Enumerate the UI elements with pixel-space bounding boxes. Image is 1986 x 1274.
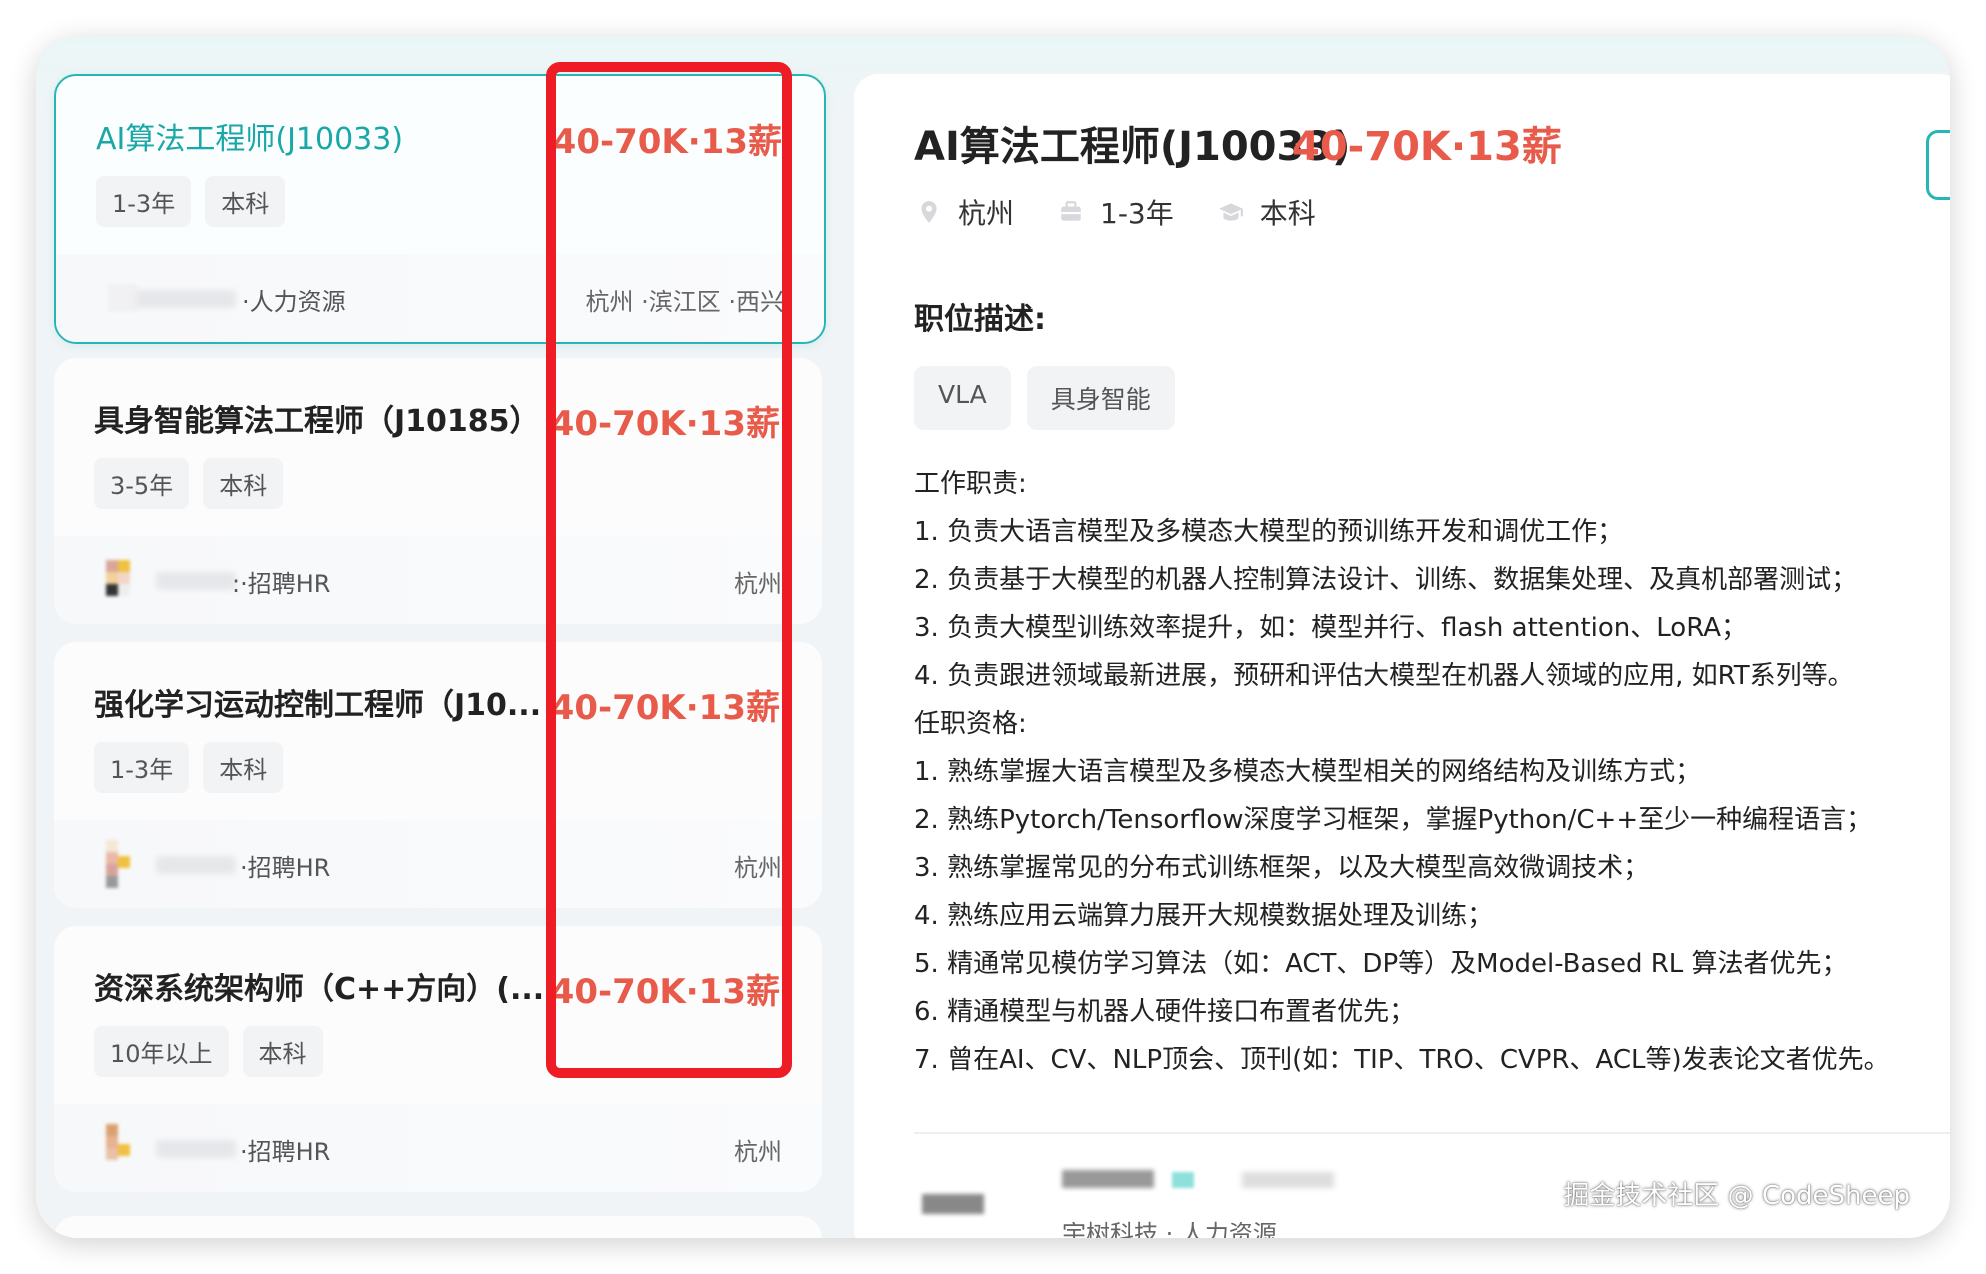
meta-education-text: 本科 <box>1259 197 1316 230</box>
job-title: 具身智能算法工程师（J10185） <box>94 404 540 439</box>
recruiter-name-blurred <box>156 1140 236 1158</box>
description-line: 4. 熟练应用云端算力展开大规模数据处理及训练； <box>914 901 1494 931</box>
job-tags: 1-3年 本科 <box>96 176 286 227</box>
tag-experience: 1-3年 <box>96 176 192 227</box>
briefcase-icon <box>1061 201 1081 221</box>
tag-experience: 1-3年 <box>94 742 190 793</box>
detail-tags: VLA 具身智能 <box>914 366 1175 430</box>
recruiter-role: ·招聘HR <box>240 1138 331 1166</box>
recruiter-avatar <box>106 1124 152 1172</box>
company-recruiter: 宇树科技 · 人力资源 <box>1062 1220 1277 1238</box>
description-line: 1. 熟练掌握大语言模型及多模态大模型相关的网络结构及训练方式； <box>914 757 1702 787</box>
description-line: 2. 熟练Pytorch/Tensorflow深度学习框架，掌握Python/C… <box>914 805 1873 835</box>
app-window: AI算法工程师(J10033) 40-70K·13薪 1-3年 本科 ·人力资源… <box>36 36 1950 1238</box>
description-line: 1. 负责大语言模型及多模态大模型的预训练开发和调优工作； <box>914 517 1624 547</box>
recruiter-info-blurred <box>1242 1172 1334 1188</box>
description-line: 工作职责: <box>914 469 1027 499</box>
job-card-footer: ·招聘HR 杭州 <box>54 1104 822 1192</box>
company-avatar-blurred <box>922 1194 984 1214</box>
recruiter-name-blurred <box>1062 1170 1154 1188</box>
detail-meta: 杭州 1-3年 本科 <box>916 192 1360 232</box>
job-tags: 3-5年 本科 <box>94 458 284 509</box>
description-line: 任职资格: <box>914 709 1027 739</box>
skill-tag: VLA <box>914 366 1011 430</box>
recruiter-role: ·招聘HR <box>240 854 331 882</box>
favorite-button[interactable] <box>1926 130 1950 200</box>
job-detail-panel: AI算法工程师(J10033) 40-70K·13薪 杭州 1-3年 本科 职位… <box>854 74 1950 1238</box>
description-line: 7. 曾在AI、CV、NLP顶会、顶刊(如：TIP、TRO、CVPR、ACL等)… <box>914 1045 1890 1075</box>
salary-highlight-box <box>546 62 792 1078</box>
meta-city: 杭州 <box>916 192 1014 232</box>
description-line: 4. 负责跟进领域最新进展，预研和评估大模型在机器人领域的应用, 如RT系列等。 <box>914 661 1854 691</box>
description-line: 2. 负责基于大模型的机器人控制算法设计、训练、数据集处理、及真机部署测试； <box>914 565 1858 595</box>
description-line: 5. 精通常见模仿学习算法（如：ACT、DP等）及Model-Based RL … <box>914 949 1848 979</box>
graduation-cap-icon <box>1218 203 1243 221</box>
job-tags: 1-3年 本科 <box>94 742 284 793</box>
online-status-blurred <box>1172 1172 1194 1188</box>
tag-experience: 3-5年 <box>94 458 190 509</box>
meta-education: 本科 <box>1218 192 1316 232</box>
section-heading-description: 职位描述: <box>914 302 1046 337</box>
tag-education: 本科 <box>203 458 284 509</box>
recruiter-name-blurred <box>156 572 236 590</box>
detail-title: AI算法工程师(J10033) <box>914 124 1351 170</box>
tag-education: 本科 <box>205 176 286 227</box>
meta-experience-text: 1-3年 <box>1100 197 1174 230</box>
detail-salary: 40-70K·13薪 <box>1292 124 1562 170</box>
recruiter-avatar <box>106 556 152 604</box>
job-title: 资深系统架构师（C++方向）(... <box>94 972 545 1007</box>
divider <box>914 1132 1950 1134</box>
meta-experience: 1-3年 <box>1058 192 1174 232</box>
job-card-partial[interactable] <box>54 1216 822 1238</box>
recruiter-name-blurred <box>156 856 236 874</box>
description-line: 6. 精通模型与机器人硬件接口布置者优先； <box>914 997 1416 1027</box>
recruiter-role: ·人力资源 <box>242 288 346 316</box>
tag-education: 本科 <box>203 742 284 793</box>
job-title: AI算法工程师(J10033) <box>96 122 404 157</box>
meta-city-text: 杭州 <box>958 197 1015 230</box>
tag-experience: 10年以上 <box>94 1026 229 1077</box>
skill-tag: 具身智能 <box>1026 366 1175 430</box>
description-line: 3. 熟练掌握常见的分布式训练框架，以及大模型高效微调技术； <box>914 853 1650 883</box>
job-tags: 10年以上 本科 <box>94 1026 323 1077</box>
job-description: 工作职责: 1. 负责大语言模型及多模态大模型的预训练开发和调优工作； 2. 负… <box>914 460 1950 1084</box>
recruiter-avatar <box>106 840 152 888</box>
tag-education: 本科 <box>242 1026 323 1077</box>
job-title: 强化学习运动控制工程师（J10... <box>94 688 542 723</box>
recruiter-name-blurred <box>136 290 236 308</box>
job-location: 杭州 <box>734 1138 782 1166</box>
description-line: 3. 负责大模型训练效率提升，如：模型并行、flash attention、Lo… <box>914 613 1748 643</box>
watermark: 掘金技术社区 @ CodeSheep <box>1563 1181 1910 1211</box>
recruiter-role: :·招聘HR <box>232 570 331 598</box>
location-pin-icon <box>921 201 937 223</box>
